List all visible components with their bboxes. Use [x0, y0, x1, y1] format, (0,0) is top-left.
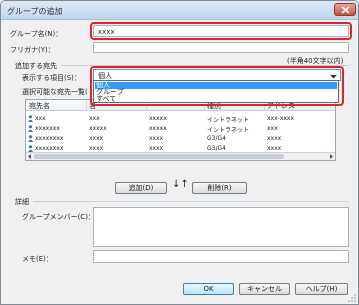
row-type: G3/G4 [207, 145, 226, 152]
available-list-label: 選択可能な宛先一覧( [22, 88, 88, 96]
row-type: イントラネット [207, 127, 250, 134]
column-separator [86, 100, 87, 111]
group-members-label: グループメンバー(C)： [22, 213, 95, 221]
close-icon [341, 6, 350, 14]
row-address: xxxx [267, 135, 282, 142]
resize-grip-icon[interactable] [348, 294, 356, 302]
highlight-display-item [90, 66, 344, 106]
user-icon [28, 125, 33, 132]
row-cell-2: xxxx [89, 145, 104, 152]
table-row[interactable]: xxxxxxxx xxxx xxxx G3/G4 xxxx [26, 134, 335, 144]
group-members-box[interactable] [93, 207, 349, 247]
row-cell-3: xxxxx [149, 115, 167, 122]
user-icon [28, 145, 33, 152]
scroll-left-icon[interactable] [27, 154, 32, 159]
furigana-label: フリガナ(Y)： [10, 46, 55, 54]
memo-label: メモ(E)： [22, 255, 53, 263]
row-cell-2: xxxx [89, 135, 104, 142]
memo-input[interactable] [93, 250, 349, 263]
row-cell-2: xxx [89, 115, 100, 122]
add-group-dialog: グループの追加 グループ名(N)： xxxx フリガナ(Y)： (半角40文字以… [0, 0, 359, 305]
user-icon [28, 115, 33, 122]
row-name: xxx [35, 115, 46, 122]
row-cell-3: xxxx [149, 145, 164, 152]
column-header-name[interactable]: 宛先名 [29, 101, 50, 111]
highlight-group-name [90, 22, 352, 40]
scrollbar-thumb[interactable] [34, 154, 284, 159]
ok-button[interactable]: OK [183, 283, 234, 295]
window-title: グループの追加 [7, 7, 63, 16]
row-type: イントラネット [207, 117, 250, 124]
row-type: G3/G4 [207, 135, 226, 142]
add-member-button[interactable]: 追加(D) [115, 182, 167, 194]
scroll-right-icon[interactable] [329, 154, 334, 159]
row-cell-3: xxxxx [149, 125, 167, 132]
row-cell-3: xxxx [149, 135, 164, 142]
members-section-title: 追加する宛先 [15, 62, 57, 70]
row-address: xxx-xxxx [267, 115, 295, 122]
cancel-button[interactable]: キャンセル [239, 283, 290, 295]
row-cell-2: xxxxx [89, 125, 107, 132]
display-item-label: 表示する項目(S)： [22, 74, 81, 82]
available-destinations-list[interactable]: 宛先名 名 種別 アドレス xxx xxx xxxxx イントラネット xxx-… [25, 99, 336, 161]
user-icon [28, 135, 33, 142]
table-row[interactable]: xxxxxxx xxxxx xxxxx イントラネット xxx [26, 124, 335, 134]
transfer-arrows-icon: ↓↑ [172, 179, 189, 190]
details-section-title: 詳細 [15, 198, 29, 206]
row-name: xxxxxxxx [35, 135, 64, 142]
remove-member-button[interactable]: 削除(R) [192, 182, 247, 194]
row-address: xxxx [267, 145, 282, 152]
details-section-divider [33, 201, 349, 202]
furigana-input[interactable] [93, 42, 349, 53]
row-name: xxxxxxx [35, 125, 60, 132]
table-row[interactable]: xxx xxx xxxxx イントラネット xxx-xxxx [26, 114, 335, 124]
title-bar: グループの追加 [1, 1, 358, 20]
row-address: xxx [267, 125, 278, 132]
help-button[interactable]: ヘルプ(H) [295, 283, 348, 295]
group-name-label: グループ名(N)： [10, 30, 63, 38]
close-button[interactable] [334, 3, 356, 16]
row-name: xxxxxxxx [35, 145, 64, 152]
horizontal-scrollbar[interactable] [26, 152, 335, 160]
